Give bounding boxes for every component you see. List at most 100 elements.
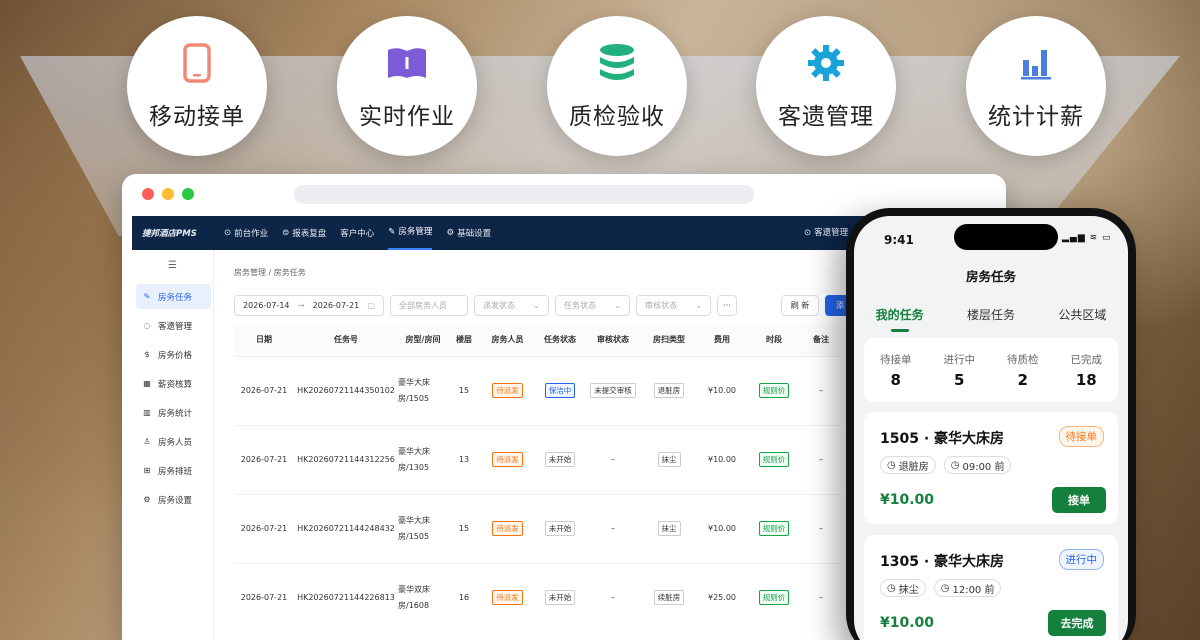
- cell-clean-type: 抹尘: [641, 424, 697, 494]
- cell-staff: 待派发: [480, 355, 535, 425]
- nav-customer[interactable]: 客户中心: [340, 227, 374, 239]
- more-button[interactable]: ···: [717, 295, 737, 316]
- cell-date: 2026-07-21: [234, 562, 294, 632]
- clean-tag: 续脏房: [653, 590, 685, 606]
- status-tag: 保洁中: [544, 383, 576, 398]
- nav-housekeeping[interactable]: ✎ 房务管理: [388, 216, 433, 250]
- cell-date: 2026-07-21: [234, 424, 294, 494]
- feature-quality-check: 质检验收: [547, 16, 687, 156]
- stat-done[interactable]: 已完成 18: [1071, 352, 1103, 389]
- clock-icon: ◷: [940, 582, 950, 594]
- chevron-down-icon: ⌄: [614, 301, 621, 310]
- tab-my-tasks[interactable]: 我的任务: [876, 300, 924, 336]
- cell-period: 规则价: [747, 493, 801, 563]
- gear-icon: [804, 41, 848, 85]
- col-clean-type: 房扫类型: [641, 324, 697, 356]
- bar-chart-icon: [1014, 41, 1058, 85]
- col-floor: 楼层: [448, 324, 480, 356]
- wrench-icon: ✎: [388, 227, 396, 237]
- cell-task-no: HK20260721144226813: [294, 562, 398, 632]
- sidebar-item-prices[interactable]: $ 房务价格: [136, 342, 211, 367]
- audit-value: –: [611, 455, 615, 464]
- dynamic-island: [954, 224, 1058, 250]
- tab-floor-tasks[interactable]: 楼层任务: [967, 300, 1015, 336]
- sidebar-item-tasks[interactable]: ✎ 房务任务: [136, 284, 211, 309]
- col-status: 任务状态: [535, 324, 585, 356]
- nav-lost-items[interactable]: ⊙ 客遗管理: [804, 216, 848, 250]
- cell-status: 未开始: [535, 424, 585, 494]
- signal-wifi-battery-icon: ▂▄▆ ≋ ▭: [1062, 233, 1112, 243]
- audit-status-select[interactable]: 审核状态 ⌄: [636, 295, 711, 316]
- menu-toggle-icon[interactable]: ☰: [132, 250, 213, 280]
- sidebar-item-stats[interactable]: ▥ 房务统计: [136, 400, 211, 425]
- report-icon: ⊜: [282, 228, 290, 238]
- chat-icon: ◌: [143, 321, 151, 330]
- background: 移动接单 实时作业 质检验收 客遗管理 统计计薪 捷邦酒店PMS ⊙ 前台作业 ⊜…: [0, 0, 1200, 640]
- sidebar-item-schedule[interactable]: ⊞ 房务排班: [136, 458, 211, 483]
- col-task-no: 任务号: [294, 324, 398, 356]
- table-row[interactable]: 2026-07-21 HK20260721144312256 豪华大床 房/130…: [234, 424, 841, 494]
- breadcrumb: 房务管理 / 房务任务: [234, 268, 306, 277]
- task-table: 日期 任务号 房型/房间 楼层 房务人员 任务状态 审核状态 房扫类型 费用 时…: [234, 324, 841, 632]
- table-header: 日期 任务号 房型/房间 楼层 房务人员 任务状态 审核状态 房扫类型 费用 时…: [234, 324, 841, 356]
- refresh-button[interactable]: 刷 新: [781, 295, 819, 316]
- nav-front-desk[interactable]: ⊙ 前台作业: [224, 227, 268, 239]
- cell-room: 豪华大床 房/1505: [398, 493, 448, 563]
- sidebar-item-staff[interactable]: ♙ 房务人员: [136, 429, 211, 454]
- cell-status: 保洁中: [535, 355, 585, 425]
- sidebar-item-settings[interactable]: ⚙ 房务设置: [136, 487, 211, 512]
- table-row[interactable]: 2026-07-21 HK20260721144226813 豪华双床 房/160…: [234, 562, 841, 632]
- address-bar[interactable]: [294, 185, 754, 204]
- status-tag: 未开始: [544, 521, 576, 536]
- tab-public-area[interactable]: 公共区域: [1058, 300, 1106, 336]
- stat-in-progress[interactable]: 进行中 5: [944, 352, 976, 389]
- nav-settings[interactable]: ⚙ 基础设置: [446, 227, 491, 239]
- table-row[interactable]: 2026-07-21 HK20260721144248432 豪华大床 房/150…: [234, 493, 841, 563]
- task-status-select[interactable]: 任务状态 ⌄: [555, 295, 630, 316]
- database-icon: [595, 41, 639, 85]
- cell-room: 豪华大床 房/1505: [398, 355, 448, 425]
- feature-mobile-order: 移动接单: [127, 16, 267, 156]
- settings-icon: ⚙: [446, 228, 455, 238]
- cell-date: 2026-07-21: [234, 355, 294, 425]
- cell-audit: –: [585, 493, 641, 563]
- task-card[interactable]: 1505 · 豪华大床房 待接单 ◷ 退脏房 ◷ 09:00 前 ¥10.00 接单: [864, 412, 1118, 524]
- stat-await-qc[interactable]: 待质检 2: [1007, 352, 1039, 389]
- clean-type-chip: ◷ 退脏房: [880, 456, 936, 474]
- date-range-picker[interactable]: 2026-07-14 → 2026-07-21 ▢: [234, 295, 384, 316]
- minimize-dot[interactable]: [162, 188, 174, 200]
- lost-items-icon: ⊙: [804, 228, 812, 238]
- clean-tag: 抹尘: [657, 521, 681, 536]
- sidebar-item-lost-items[interactable]: ◌ 客遗管理: [136, 313, 211, 338]
- staff-select[interactable]: 全部房务人员: [390, 295, 468, 316]
- cell-clean-type: 续脏房: [641, 562, 697, 632]
- staff-tag: 待派发: [492, 383, 523, 398]
- calculator-icon: ▦: [143, 379, 151, 388]
- nav-reports[interactable]: ⊜ 报表复盘: [282, 227, 326, 239]
- cell-staff: 待派发: [480, 424, 535, 494]
- table-row[interactable]: 2026-07-21 HK20260721144350102 豪华大床 房/150…: [234, 355, 841, 425]
- cell-floor: 16: [448, 562, 480, 632]
- task-card[interactable]: 1305 · 豪华大床房 进行中 ◷ 抹尘 ◷ 12:00 前 ¥10.00 去完成: [864, 535, 1118, 640]
- complete-button[interactable]: 去完成: [1048, 610, 1106, 636]
- sidebar-item-salary[interactable]: ▦ 薪资核算: [136, 371, 211, 396]
- period-tag: 规则价: [758, 383, 790, 398]
- clean-type-chip: ◷ 抹尘: [880, 579, 926, 597]
- audit-value: –: [611, 524, 615, 533]
- calendar-icon: ▢: [367, 301, 375, 310]
- cell-note: –: [801, 562, 841, 632]
- grid-icon: ⊞: [143, 466, 151, 475]
- accept-button[interactable]: 接单: [1052, 487, 1106, 513]
- dispatch-select[interactable]: 派发状态 ⌄: [474, 295, 549, 316]
- app-logo: 捷邦酒店PMS: [142, 229, 197, 239]
- close-dot[interactable]: [142, 188, 154, 200]
- maximize-dot[interactable]: [182, 188, 194, 200]
- cell-staff: 待派发: [480, 562, 535, 632]
- feature-realtime-work: 实时作业: [337, 16, 477, 156]
- stat-pending[interactable]: 待接单 8: [880, 352, 912, 389]
- gear-icon: ⚙: [143, 495, 151, 504]
- cell-fee: ¥10.00: [697, 355, 747, 425]
- col-note: 备注: [801, 324, 841, 356]
- window-controls: [142, 188, 194, 200]
- phone-time: 9:41: [884, 233, 914, 247]
